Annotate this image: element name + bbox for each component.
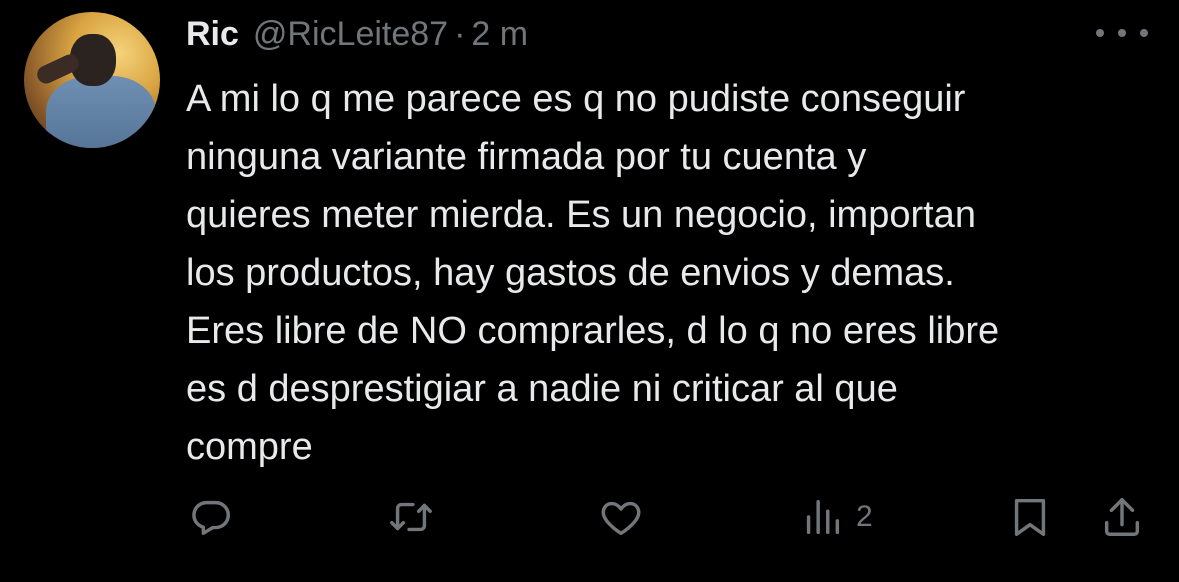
tweet: Ric @RicLeite87 · 2 m A mi lo q me parec…	[0, 0, 1179, 582]
avatar-figure-body	[46, 76, 156, 148]
heart-icon	[601, 501, 641, 536]
views-icon	[806, 499, 840, 535]
tweet-text-line: compre	[186, 426, 313, 468]
bookmark-button[interactable]	[1008, 494, 1052, 540]
share-icon	[1104, 498, 1140, 536]
tweet-text-line: quieres meter mierda. Es un negocio, imp…	[186, 194, 976, 236]
user-handle[interactable]: @RicLeite87	[253, 15, 448, 54]
more-dot	[1140, 29, 1148, 37]
tweet-actions-bar: 2	[186, 494, 1146, 540]
retweet-button[interactable]	[386, 494, 436, 540]
like-button[interactable]	[598, 494, 644, 540]
avatar[interactable]	[24, 12, 160, 148]
tweet-text-line: ninguna variante firmada por tu cuenta y	[186, 136, 867, 178]
retweet-icon	[390, 502, 432, 532]
share-button[interactable]	[1100, 494, 1144, 540]
header-separator: ·	[454, 14, 466, 53]
views-button[interactable]: 2	[802, 494, 873, 540]
bookmark-icon	[1014, 498, 1046, 536]
tweet-header: Ric @RicLeite87 · 2 m	[186, 12, 528, 56]
tweet-text: A mi lo q me parece es q no pudiste cons…	[186, 70, 1146, 476]
more-dot	[1096, 29, 1104, 37]
tweet-timestamp[interactable]: 2 m	[471, 15, 528, 54]
tweet-text-line: los productos, hay gastos de envios y de…	[186, 252, 955, 294]
reply-icon	[192, 500, 230, 536]
views-count: 2	[856, 500, 873, 533]
display-name[interactable]: Ric	[186, 15, 239, 54]
more-dot	[1118, 29, 1126, 37]
tweet-text-line: es d desprestigiar a nadie ni criticar a…	[186, 368, 898, 410]
more-options-icon[interactable]	[1096, 20, 1148, 46]
reply-button[interactable]	[188, 494, 234, 540]
tweet-text-line: Eres libre de NO comprarles, d lo q no e…	[186, 310, 1000, 352]
tweet-text-line: A mi lo q me parece es q no pudiste cons…	[186, 78, 966, 120]
